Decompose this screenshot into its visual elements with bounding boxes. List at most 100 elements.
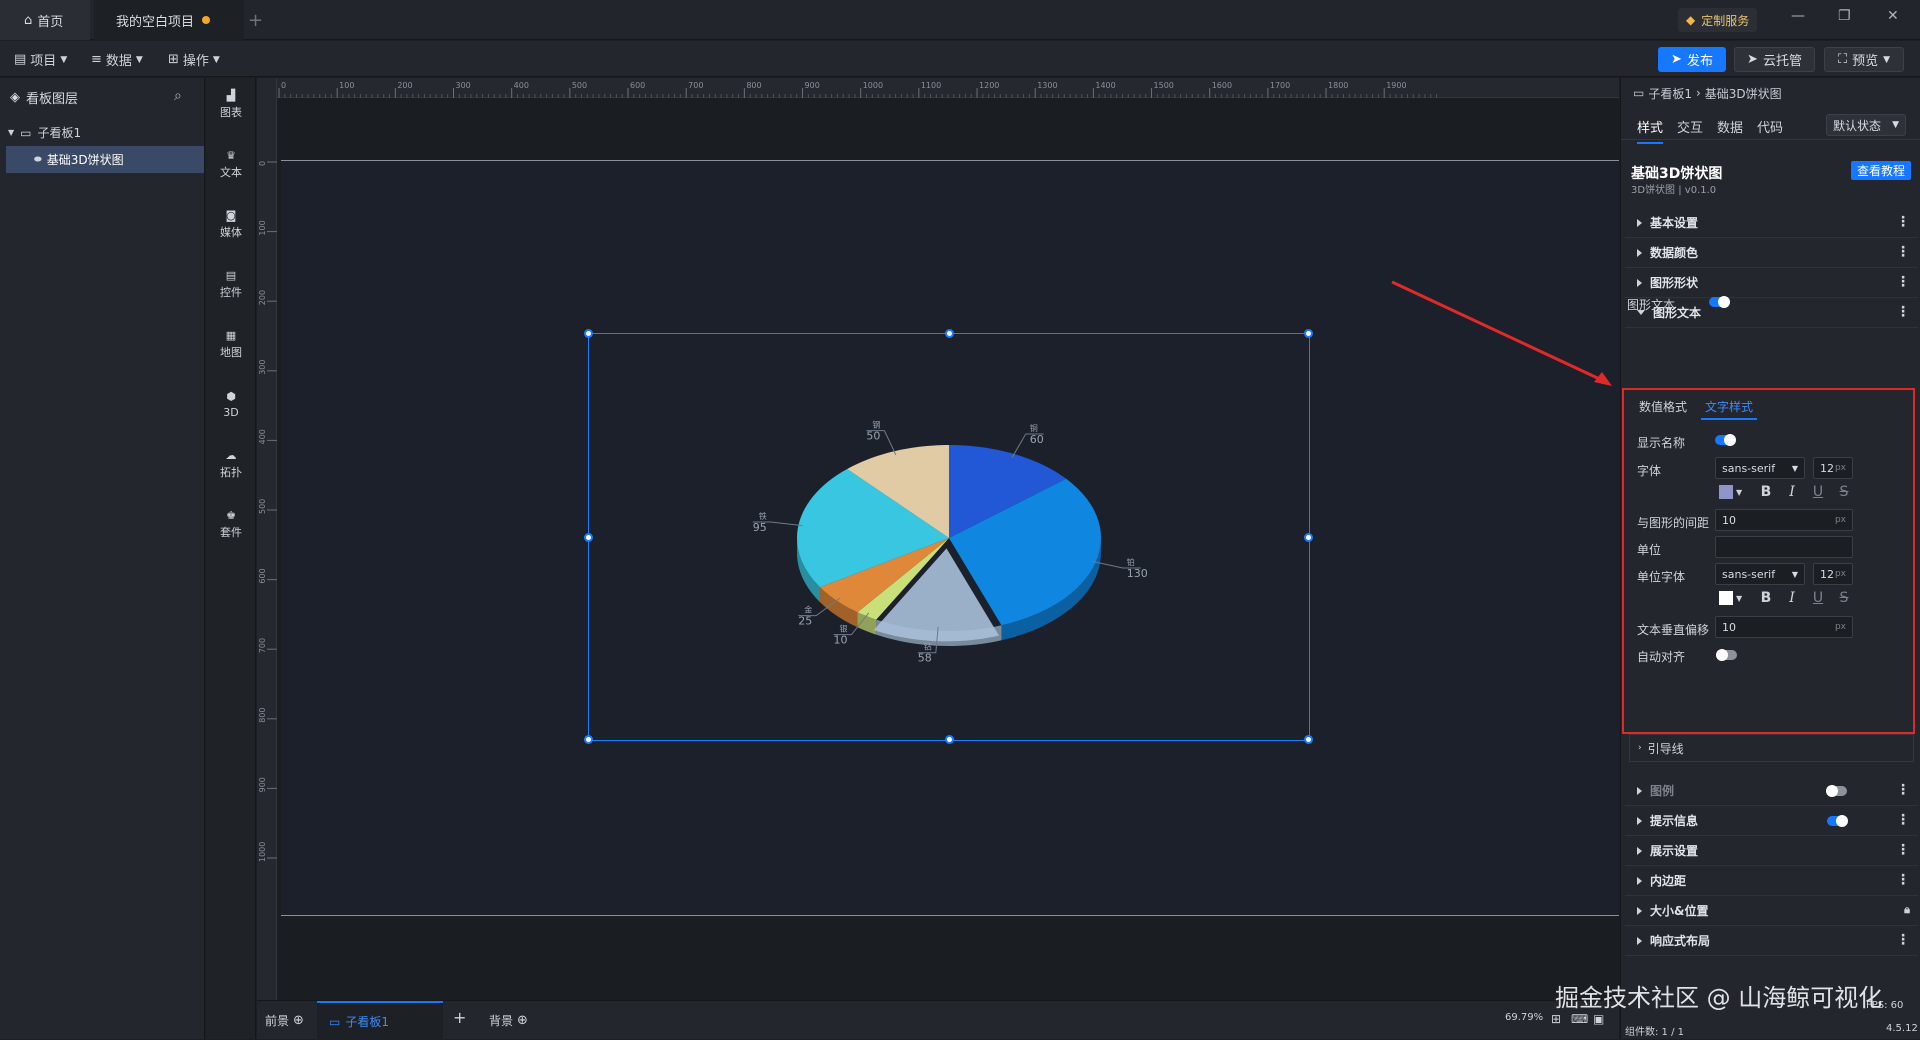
ruler-label: 600 — [630, 81, 645, 90]
component-control[interactable]: ▤ 控件 — [206, 258, 256, 310]
fit-icon[interactable]: ⊞ — [1551, 1012, 1561, 1026]
section-padding[interactable]: 内边距 ⋮ — [1625, 866, 1918, 896]
publish-button[interactable]: ➤ 发布 — [1658, 47, 1726, 72]
section-data-color[interactable]: 数据颜色 ⋮ — [1625, 238, 1918, 268]
section-basic-settings[interactable]: 基本设置 ⋮ — [1625, 208, 1918, 238]
ruler-label: 1000 — [258, 842, 267, 862]
ruler-label: 1900 — [1386, 81, 1406, 90]
chevron-down-icon: ▼ — [60, 54, 68, 65]
ruler-label: 500 — [258, 499, 267, 514]
component-chart[interactable]: ▟ 图表 — [206, 78, 256, 130]
component-bar: ▟ 图表 ♛ 文本 ◙ 媒体 ▤ 控件 ▦ 地图 ⬢ 3D ☁ 拓扑 ♚ 套件 — [206, 78, 256, 1039]
ruler-label: 500 — [572, 81, 587, 90]
resize-handle[interactable] — [584, 533, 593, 542]
kebab-icon[interactable]: ⋮ — [1896, 843, 1910, 857]
kebab-icon[interactable]: ⋮ — [1896, 245, 1910, 259]
legend-toggle[interactable] — [1826, 785, 1847, 797]
section-label: 基本设置 — [1650, 216, 1699, 230]
section-guide-line[interactable]: › 引导线 — [1629, 734, 1914, 762]
keyboard-icon[interactable]: ⌨ — [1571, 1012, 1588, 1026]
kebab-icon[interactable]: ⋮ — [1896, 305, 1910, 319]
component-map[interactable]: ▦ 地图 — [206, 318, 256, 370]
menu-operate[interactable]: ⊞ 操作 ▼ — [168, 50, 220, 69]
ruler-label: 1600 — [1212, 81, 1232, 90]
minimize-icon[interactable]: — — [1791, 8, 1805, 24]
tab-data[interactable]: 数据 — [1717, 117, 1743, 136]
component-label: 拓扑 — [220, 466, 242, 479]
section-tooltip[interactable]: 提示信息 ⋮ — [1625, 806, 1918, 836]
state-value: 默认状态 — [1833, 118, 1882, 133]
zoom-level[interactable]: 69.79% — [1505, 1012, 1543, 1023]
section-label: 图例 — [1650, 784, 1675, 798]
section-legend[interactable]: 图例 ⋮ — [1625, 776, 1918, 806]
resize-handle[interactable] — [584, 735, 593, 744]
breadcrumb-item: 基础3D饼状图 — [1704, 86, 1782, 101]
search-icon[interactable]: ⌕ — [174, 88, 182, 104]
board-tab-active[interactable]: ▭ 子看板1 — [317, 1001, 443, 1040]
unsaved-dot — [202, 16, 211, 24]
component-media[interactable]: ◙ 媒体 — [206, 198, 256, 250]
preview-button[interactable]: ⛶ 预览 ▼ — [1824, 47, 1904, 72]
state-select[interactable]: 默认状态 ▼ — [1826, 114, 1906, 136]
cloud-hosting-button[interactable]: ➤ 云托管 — [1734, 47, 1815, 72]
resize-handle[interactable] — [1304, 735, 1313, 744]
tab-home[interactable]: ⌂ 首页 — [0, 0, 90, 40]
menu-data-label: 数据 — [105, 54, 132, 69]
view-tutorial-button[interactable]: 查看教程 — [1851, 161, 1911, 180]
new-tab-button[interactable]: + — [248, 10, 263, 31]
section-shape[interactable]: 图形形状 ⋮ — [1625, 268, 1918, 298]
component-3d[interactable]: ⬢ 3D — [206, 378, 256, 430]
tab-code[interactable]: 代码 — [1757, 117, 1783, 136]
kebab-icon[interactable]: ⋮ — [1896, 783, 1910, 797]
ruler-label: 200 — [397, 81, 412, 90]
ruler-label: 1200 — [979, 81, 999, 90]
close-icon[interactable]: ✕ — [1887, 8, 1899, 24]
component-label: 套件 — [220, 526, 242, 539]
tooltip-toggle[interactable] — [1827, 815, 1848, 827]
foreground-tab[interactable]: 前景 ⊕ — [265, 1012, 304, 1029]
section-display-settings[interactable]: 展示设置 ⋮ — [1625, 836, 1918, 866]
ruler-label: 100 — [339, 81, 354, 90]
ruler-label: 300 — [258, 360, 267, 375]
custom-service-button[interactable]: ◆ 定制服务 — [1678, 8, 1758, 32]
layer-item-selected[interactable]: ⬬ 基础3D饼状图 — [6, 146, 204, 173]
breadcrumb-root[interactable]: 子看板1 — [1648, 85, 1692, 102]
add-board-button[interactable]: + — [453, 1008, 466, 1027]
layer-board[interactable]: ▼ ▭ 子看板1 — [0, 119, 204, 146]
tab-style[interactable]: 样式 — [1637, 117, 1664, 144]
resize-handle[interactable] — [1304, 533, 1313, 542]
chevron-down-icon: ▼ — [212, 54, 220, 65]
lock-icon[interactable]: 🔒︎ — [1904, 903, 1910, 917]
section-size-position[interactable]: 大小&位置 🔒︎ — [1625, 896, 1918, 926]
ruler-label: 700 — [688, 81, 703, 90]
panel-tabs: 样式 交互 数据 代码 默认状态 ▼ — [1621, 108, 1920, 144]
vertical-ruler: 0 100 200 300 400 500 600 700 800 900 1000 — [257, 78, 277, 1000]
kebab-icon[interactable]: ⋮ — [1896, 813, 1910, 827]
section-responsive-layout[interactable]: 响应式布局 ⋮ — [1625, 926, 1918, 956]
tab-project[interactable]: 我的空白项目 — [94, 0, 244, 40]
kebab-icon[interactable]: ⋮ — [1896, 933, 1910, 947]
resize-handle[interactable] — [945, 735, 954, 744]
ruler-label: 1800 — [1328, 81, 1348, 90]
menu-data[interactable]: ≡ 数据 ▼ — [91, 50, 143, 69]
terminal-icon[interactable]: ▣ — [1593, 1012, 1604, 1026]
component-text[interactable]: ♛ 文本 — [206, 138, 256, 190]
menu-operate-label: 操作 — [182, 54, 209, 69]
menu-project[interactable]: ▤ 项目 ▼ — [14, 50, 67, 69]
watermark: 掘金技术社区 @ 山海鲸可视化 — [1555, 984, 1883, 1012]
kebab-icon[interactable]: ⋮ — [1896, 275, 1910, 289]
list-icon: ▤ — [225, 268, 237, 282]
resize-handle[interactable] — [1304, 329, 1313, 338]
kebab-icon[interactable]: ⋮ — [1896, 873, 1910, 887]
background-tab[interactable]: 背景 ⊕ — [489, 1012, 528, 1029]
restore-icon[interactable]: ❐ — [1838, 8, 1851, 24]
selection-box[interactable] — [584, 329, 1313, 744]
background-label: 背景 — [489, 1014, 514, 1028]
component-suite[interactable]: ♚ 套件 — [206, 498, 256, 550]
tab-interaction[interactable]: 交互 — [1677, 117, 1703, 136]
component-topology[interactable]: ☁ 拓扑 — [206, 438, 256, 490]
graph-text-toggle[interactable] — [1709, 296, 1730, 308]
resize-handle[interactable] — [584, 329, 593, 338]
kebab-icon[interactable]: ⋮ — [1896, 215, 1910, 229]
resize-handle[interactable] — [945, 329, 954, 338]
